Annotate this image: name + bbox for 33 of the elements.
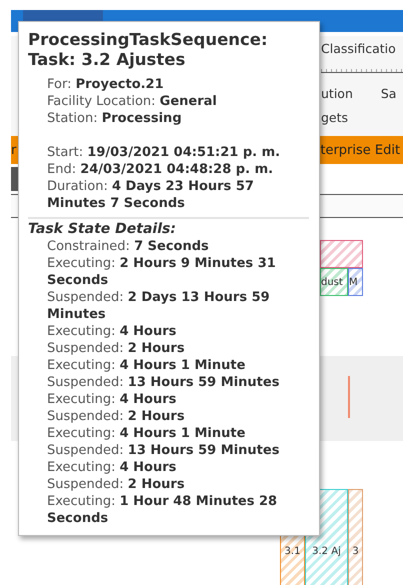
- state-line: Suspended: 13 Hours 59 Minutes: [47, 374, 280, 391]
- state-line: Suspended: 2 Hours: [47, 476, 186, 493]
- state-line: Suspended: 13 Hours 59 Minutes: [47, 442, 280, 459]
- state-line: Executing: 4 Hours 1 Minute: [47, 425, 246, 442]
- tooltip-title: ProcessingTaskSequence: Task: 3.2 Ajustes: [28, 30, 269, 70]
- state-line: Constrained: 7 Seconds: [47, 238, 210, 255]
- gantt-bar[interactable]: dust: [320, 268, 348, 296]
- info-line: Station: Processing: [47, 110, 183, 127]
- state-line: Executing: 4 Hours: [47, 459, 178, 476]
- gantt-bar[interactable]: [320, 240, 363, 268]
- ribbon-label[interactable]: gets: [321, 110, 348, 124]
- state-line: Executing: 1 Hour 48 Minutes 28 Seconds: [47, 493, 278, 527]
- bar-text: terprise Edit: [320, 142, 400, 158]
- time-line: Start: 19/03/2021 04:51:21 p. m.: [47, 144, 282, 161]
- section-title: Task State Details:: [28, 221, 177, 237]
- ribbon-label[interactable]: Classificatio: [321, 40, 396, 56]
- info-line: For: Proyecto.21: [47, 76, 165, 93]
- gantt-bar[interactable]: M: [348, 268, 363, 296]
- gantt-bar[interactable]: 3: [348, 489, 363, 585]
- bar-text: r: [11, 142, 16, 158]
- state-line: Executing: 4 Hours 1 Minute: [47, 357, 246, 374]
- time-line: End: 24/03/2021 04:48:28 p. m.: [47, 161, 274, 178]
- state-line: Suspended: 2 Days 13 Hours 59 Minutes: [47, 289, 271, 323]
- state-line: Executing: 4 Hours: [47, 323, 178, 340]
- ribbon-label[interactable]: ution: [321, 86, 353, 100]
- ribbon-label[interactable]: Sa: [380, 86, 396, 100]
- state-line: Suspended: 2 Hours: [47, 408, 186, 425]
- info-line: Facility Location: General: [47, 93, 218, 110]
- marker-line: [348, 376, 350, 418]
- time-line: Duration: 4 Days 23 Hours 57 Minutes 7 Seconds: [47, 178, 255, 212]
- state-line: Executing: 2 Hours 9 Minutes 31 Seconds: [47, 255, 277, 289]
- state-line: Suspended: 2 Hours: [47, 340, 186, 357]
- state-line: Executing: 4 Hours: [47, 391, 178, 408]
